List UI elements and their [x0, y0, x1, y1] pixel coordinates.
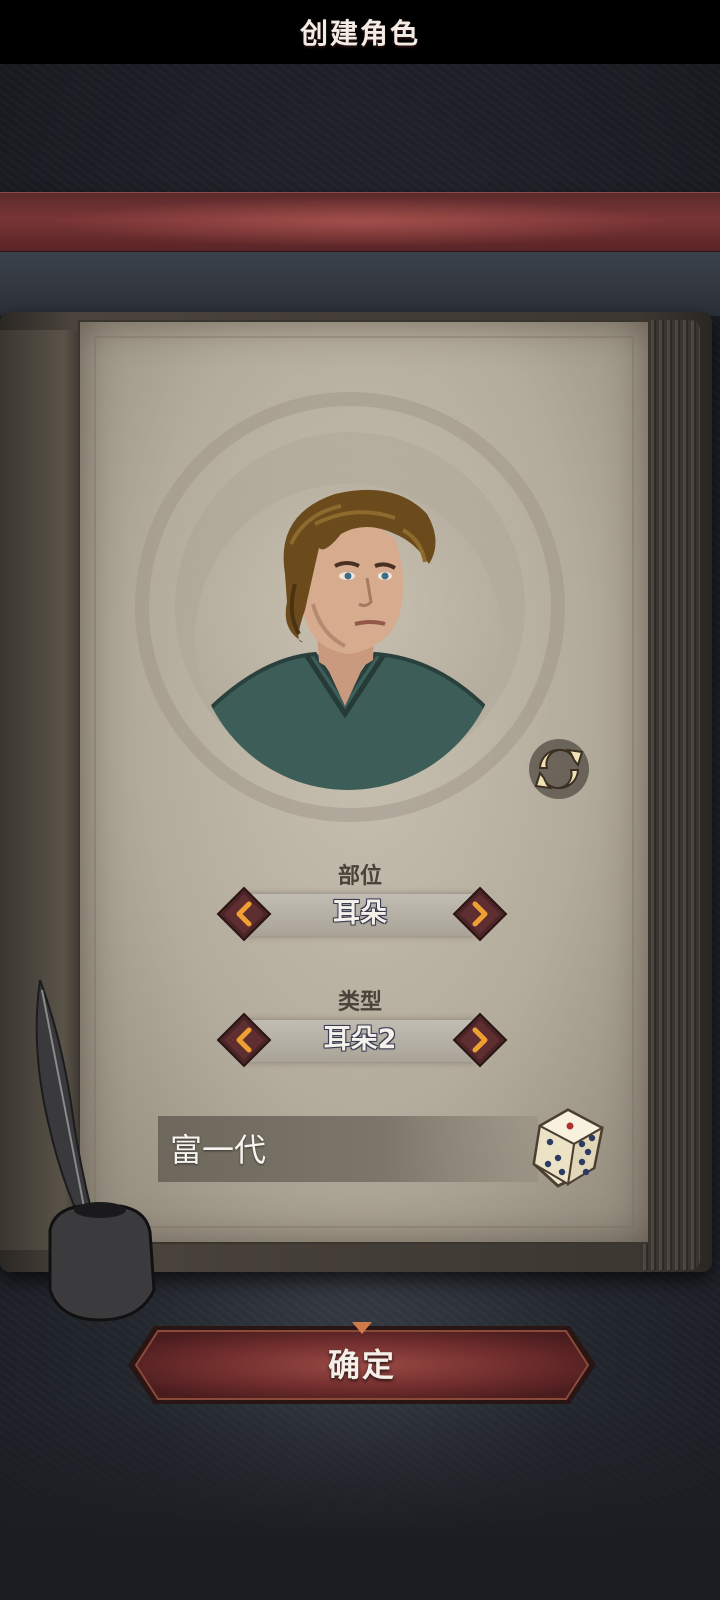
refresh-portrait-button[interactable]: [526, 736, 592, 802]
chevron-left-icon: [216, 1012, 272, 1068]
confirm-button[interactable]: [124, 1322, 600, 1408]
bottom-fade: [0, 1400, 720, 1600]
chevron-right-icon: [452, 1012, 508, 1068]
page-title: 创建角色: [299, 17, 420, 50]
part-prev-button[interactable]: [216, 886, 272, 942]
part-next-button[interactable]: [452, 886, 508, 942]
dice-icon: [532, 1108, 605, 1188]
refresh-icon: [529, 739, 589, 799]
quill-inkwell-decoration: [20, 970, 160, 1340]
type-value: 耳朵2: [323, 1024, 397, 1055]
part-label: 部位: [337, 864, 382, 889]
confirm-button-frame: [128, 1322, 596, 1404]
random-name-button[interactable]: [528, 1106, 608, 1190]
chevron-right-icon: [452, 886, 508, 942]
type-prev-button[interactable]: [216, 1012, 272, 1068]
type-next-button[interactable]: [452, 1012, 508, 1068]
character-portrait: [195, 484, 501, 790]
portrait-illustration: [195, 489, 501, 790]
map-strip: [0, 252, 720, 316]
title-banner: [0, 192, 720, 253]
chevron-left-icon: [216, 886, 272, 942]
game-screen: 创建角色 部位 耳朵 类型 耳朵2 富一代 确定: [0, 0, 720, 1600]
part-value: 耳朵: [333, 898, 387, 929]
name-value: 富一代: [170, 1131, 267, 1169]
